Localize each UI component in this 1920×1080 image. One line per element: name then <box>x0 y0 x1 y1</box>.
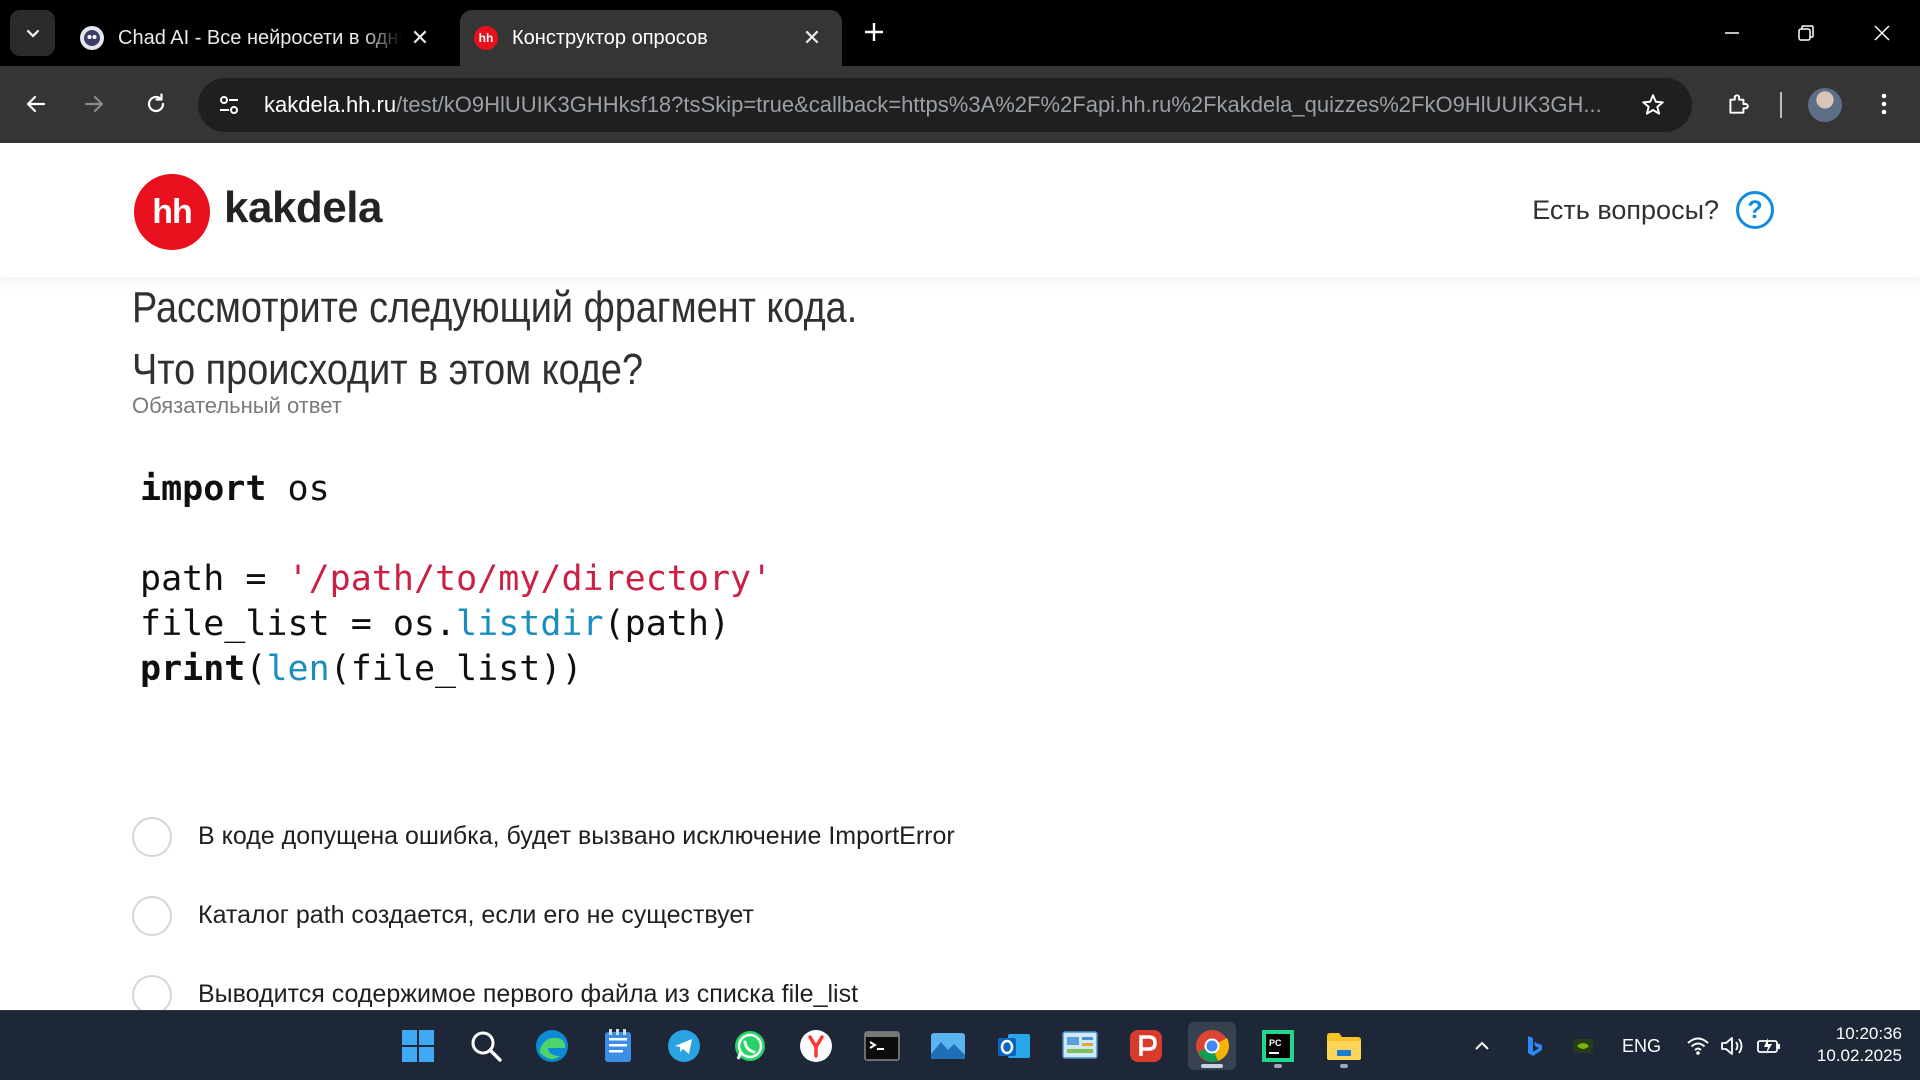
tab-survey-builder[interactable]: hh Конструктор опросов ✕ <box>460 10 842 66</box>
code-line-1: import os <box>140 469 330 509</box>
browser-tab-strip: Chad AI - Все нейросети в одном ✕ hh Кон… <box>0 0 1920 66</box>
code-line-3: path = '/path/to/my/directory' <box>140 559 773 599</box>
running-app-indicator <box>1274 1064 1282 1068</box>
close-window-button[interactable] <box>1852 10 1912 56</box>
star-icon <box>1642 94 1664 115</box>
tab-title: Chad AI - Все нейросети в одном <box>118 26 402 49</box>
option-label[interactable]: В коде допущена ошибка, будет вызвано ис… <box>198 822 955 851</box>
profile-avatar[interactable] <box>1808 88 1842 122</box>
windows-start-icon[interactable] <box>394 1022 442 1070</box>
show-hidden-icons-button[interactable] <box>1472 1011 1492 1080</box>
tab-title: Конструктор опросов <box>512 26 708 49</box>
control-panel-icon[interactable] <box>1056 1022 1104 1070</box>
search-icon[interactable] <box>462 1022 510 1070</box>
new-tab-button[interactable] <box>856 14 892 50</box>
question-line-1: Рассмотрите следующий фрагмент кода. <box>132 283 858 332</box>
terminal-icon[interactable] <box>858 1022 906 1070</box>
tab-chad-ai[interactable]: Chad AI - Все нейросети в одном ✕ <box>66 10 450 66</box>
required-note: Обязательный ответ <box>132 393 342 418</box>
whatsapp-icon[interactable] <box>726 1022 774 1070</box>
outlook-icon[interactable] <box>990 1022 1038 1070</box>
arrow-left-icon <box>26 95 46 113</box>
photos-icon[interactable] <box>924 1022 972 1070</box>
close-tab-icon[interactable]: ✕ <box>402 20 438 56</box>
notepad-icon[interactable] <box>594 1022 642 1070</box>
clock-date: 10.02.2025 <box>1816 1046 1902 1065</box>
battery-charging-icon[interactable] <box>1756 1011 1782 1080</box>
question-circle-icon[interactable]: ? <box>1736 191 1774 229</box>
url-host: kakdela.hh.ru <box>264 92 397 117</box>
windows-taskbar: PC ENG 10:20:36 10.02.2025 <box>0 1010 1920 1080</box>
system-clock[interactable]: 10:20:36 10.02.2025 <box>1817 1023 1902 1067</box>
chrome-icon[interactable] <box>1188 1022 1236 1070</box>
telegram-icon[interactable] <box>660 1022 708 1070</box>
answer-options: В коде допущена ошибка, будет вызвано ис… <box>132 797 955 1010</box>
psiphon-icon[interactable] <box>1122 1022 1170 1070</box>
option-label[interactable]: Выводится содержимое первого файла из сп… <box>198 980 858 1009</box>
minimize-button[interactable] <box>1702 10 1762 56</box>
site-header: hh kakdela Есть вопросы? ? <box>0 143 1920 277</box>
question-text: Рассмотрите следующий фрагмент кода. Что… <box>132 277 857 401</box>
extensions-button[interactable] <box>1718 84 1758 124</box>
browser-menu-button[interactable] <box>1864 84 1904 124</box>
chad-ai-favicon-icon <box>80 26 104 50</box>
wifi-icon[interactable] <box>1686 1011 1710 1080</box>
running-app-indicator <box>1340 1064 1348 1068</box>
tab-search-button[interactable] <box>10 10 55 56</box>
yandex-browser-icon[interactable] <box>792 1022 840 1070</box>
back-button[interactable] <box>16 84 56 124</box>
answer-option[interactable]: Каталог path создается, если его не суще… <box>132 876 955 955</box>
answer-option[interactable]: В коде допущена ошибка, будет вызвано ис… <box>132 797 955 876</box>
url-text[interactable]: kakdela.hh.ru/test/kO9HlUUIK3GHHksf18?ts… <box>264 92 1628 118</box>
hh-logo[interactable]: hh <box>134 174 210 250</box>
svg-text:PC: PC <box>1269 1038 1282 1048</box>
radio-button[interactable] <box>132 816 172 857</box>
close-tab-icon[interactable]: ✕ <box>794 20 830 56</box>
active-app-indicator <box>1201 1064 1223 1068</box>
pycharm-icon[interactable]: PC <box>1254 1022 1302 1070</box>
reload-icon <box>147 93 165 113</box>
restore-icon <box>1798 25 1814 41</box>
chevron-down-icon <box>26 29 39 38</box>
forward-button[interactable] <box>74 84 114 124</box>
url-path: /test/kO9HlUUIK3GHHksf18?tsSkip=true&cal… <box>396 92 1602 117</box>
minimize-icon <box>1725 32 1739 34</box>
reload-button[interactable] <box>136 84 176 124</box>
code-line-4: file_list = os.listdir(path) <box>140 604 731 644</box>
question-line-2: Что происходит в этом коде? <box>132 345 644 394</box>
toolbar-divider <box>1780 92 1782 118</box>
answer-option[interactable]: Выводится содержимое первого файла из сп… <box>132 955 955 1010</box>
tune-icon <box>220 96 238 114</box>
option-label[interactable]: Каталог path создается, если его не суще… <box>198 901 754 930</box>
radio-button[interactable] <box>132 974 172 1010</box>
volume-icon[interactable] <box>1720 1011 1746 1080</box>
restore-button[interactable] <box>1776 10 1836 56</box>
edge-icon[interactable] <box>528 1022 576 1070</box>
radio-button[interactable] <box>132 895 172 936</box>
nvidia-icon[interactable] <box>1572 1011 1594 1080</box>
hh-favicon-icon: hh <box>474 26 498 50</box>
help-link[interactable]: Есть вопросы? <box>1532 195 1719 226</box>
close-icon <box>1874 25 1890 41</box>
survey-content: Рассмотрите следующий фрагмент кода. Что… <box>0 277 1920 1010</box>
plus-icon <box>865 23 883 41</box>
site-info-button[interactable] <box>202 78 256 132</box>
address-bar[interactable]: kakdela.hh.ru/test/kO9HlUUIK3GHHksf18?ts… <box>198 78 1692 132</box>
code-line-5: print(len(file_list)) <box>140 649 583 689</box>
arrow-right-icon <box>84 95 104 113</box>
browser-toolbar: kakdela.hh.ru/test/kO9HlUUIK3GHHksf18?ts… <box>0 66 1920 143</box>
file-explorer-icon[interactable] <box>1320 1022 1368 1070</box>
bing-icon[interactable] <box>1524 1011 1544 1080</box>
bookmark-button[interactable] <box>1628 80 1678 130</box>
code-block: import os path = '/path/to/my/directory'… <box>140 467 772 692</box>
puzzle-icon <box>1729 94 1749 114</box>
more-vertical-icon <box>1881 93 1887 115</box>
kakdela-logo-text[interactable]: kakdela <box>224 183 382 233</box>
language-indicator[interactable]: ENG <box>1622 1011 1661 1080</box>
chevron-up-icon <box>1475 1041 1489 1050</box>
clock-time: 10:20:36 <box>1835 1024 1902 1043</box>
